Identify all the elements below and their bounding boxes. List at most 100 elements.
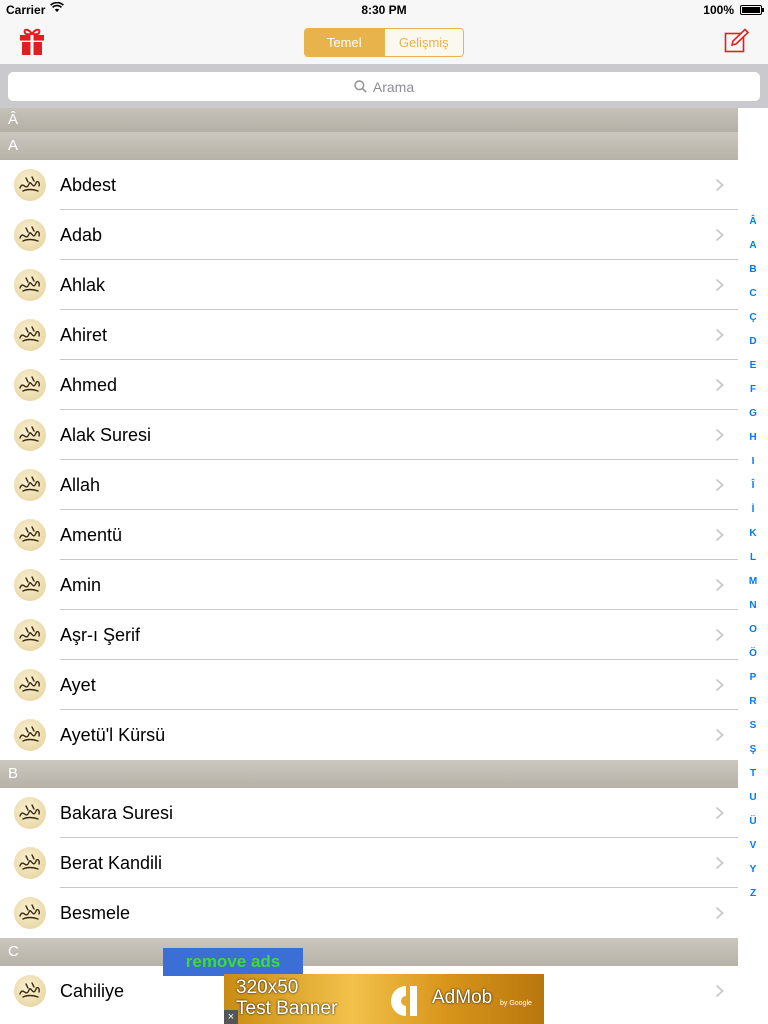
index-letter[interactable]: M <box>738 576 768 587</box>
section-header: A <box>0 132 738 160</box>
calligraphy-icon <box>14 719 46 751</box>
list-item[interactable]: Amentü <box>0 510 738 560</box>
index-letter[interactable]: Ç <box>738 312 768 323</box>
index-letter[interactable]: R <box>738 696 768 707</box>
navigation-bar: Temel Gelişmiş <box>0 20 768 64</box>
index-letter[interactable]: P <box>738 672 768 683</box>
list-item[interactable]: Ahmed <box>0 360 738 410</box>
index-letter[interactable]: B <box>738 264 768 275</box>
calligraphy-glyph <box>19 576 40 592</box>
list-item-label: Berat Kandili <box>60 853 163 873</box>
list-item[interactable]: Ahiret <box>0 310 738 360</box>
ad-banner-text: 320x50 Test Banner <box>236 977 337 1019</box>
ad-banner[interactable]: 320x50 Test Banner AdMob by Google × <box>224 974 544 1024</box>
ad-close-button[interactable]: × <box>224 1010 238 1024</box>
chevron-right-icon <box>715 328 724 347</box>
list-item-label: Abdest <box>60 175 117 195</box>
chevron-right-icon <box>715 528 724 547</box>
section-header: C <box>0 938 738 966</box>
index-letter[interactable]: A <box>738 240 768 251</box>
index-letter[interactable]: T <box>738 768 768 779</box>
index-letter[interactable]: L <box>738 552 768 563</box>
calligraphy-icon <box>14 569 46 601</box>
remove-ads-button[interactable]: remove ads <box>163 948 303 976</box>
list-item-label: Ayet <box>60 675 96 695</box>
list-item-label: Adab <box>60 225 103 245</box>
status-bar: Carrier 8:30 PM 100% <box>0 0 768 20</box>
calligraphy-icon <box>14 897 46 929</box>
index-letter[interactable]: Z <box>738 888 768 899</box>
chevron-right-icon <box>715 628 724 647</box>
index-letter[interactable]: Ş <box>738 744 768 755</box>
list-item-label: Ahlak <box>60 275 106 295</box>
list-item[interactable]: Berat Kandili <box>0 838 738 888</box>
segment-temel[interactable]: Temel <box>305 29 384 56</box>
list-item[interactable]: Adab <box>0 210 738 260</box>
list-item-label: Allah <box>60 475 101 495</box>
calligraphy-icon <box>14 975 46 1007</box>
list-item-label: Ayetü'l Kürsü <box>60 725 166 745</box>
index-letter[interactable]: Ö <box>738 648 768 659</box>
calligraphy-icon <box>14 219 46 251</box>
index-letter[interactable]: Y <box>738 864 768 875</box>
segment-gelismis[interactable]: Gelişmiş <box>383 29 463 56</box>
index-letter[interactable]: F <box>738 384 768 395</box>
list-item[interactable]: Ayet <box>0 660 738 710</box>
list-item-label: Alak Suresi <box>60 425 152 445</box>
status-time: 8:30 PM <box>361 3 407 17</box>
index-letter[interactable]: D <box>738 336 768 347</box>
index-letter[interactable]: O <box>738 624 768 635</box>
list-item-label: Besmele <box>60 903 131 923</box>
index-letter[interactable]: İ <box>738 504 768 515</box>
list-item[interactable]: Ayetü'l Kürsü <box>0 710 738 760</box>
index-letter[interactable]: Ü <box>738 816 768 827</box>
search-placeholder: Arama <box>372 78 415 95</box>
calligraphy-icon <box>14 669 46 701</box>
list-item-label: Cahiliye <box>60 981 125 1001</box>
index-letter[interactable]: I <box>738 456 768 467</box>
segmented-control: Temel Gelişmiş <box>304 28 464 57</box>
list-item[interactable]: Aşr-ı Şerif <box>0 610 738 660</box>
calligraphy-glyph <box>19 904 40 920</box>
chevron-right-icon <box>715 378 724 397</box>
list-item[interactable]: Alak Suresi <box>0 410 738 460</box>
search-input[interactable]: Arama <box>8 72 760 101</box>
admob-logo-icon <box>391 986 417 1016</box>
list-item[interactable]: Besmele <box>0 888 738 938</box>
chevron-right-icon <box>715 578 724 597</box>
calligraphy-glyph <box>19 176 40 192</box>
list-item[interactable]: Bakara Suresi <box>0 788 738 838</box>
calligraphy-glyph <box>19 804 40 820</box>
calligraphy-icon <box>14 469 46 501</box>
index-letter[interactable]: K <box>738 528 768 539</box>
topic-list: Â A Abdest Adab Ahlak Ahiret Ahmed Alak Suresi A… <box>0 108 738 1016</box>
calligraphy-glyph <box>19 854 40 870</box>
index-letter[interactable]: U <box>738 792 768 803</box>
admob-label: AdMob <box>432 987 493 1008</box>
calligraphy-glyph <box>19 676 40 692</box>
index-letter[interactable]: N <box>738 600 768 611</box>
index-letter[interactable]: Â <box>738 216 768 227</box>
index-letter[interactable]: H <box>738 432 768 443</box>
index-letter[interactable]: Î <box>738 480 768 491</box>
section-index: Â A B C Ç D E F G H I Î İ K L M N O Ö P R S Ş T U Ü V Y Z <box>738 108 768 1024</box>
calligraphy-glyph <box>19 982 40 998</box>
section-header: Â <box>0 108 738 132</box>
calligraphy-icon <box>14 169 46 201</box>
list-item[interactable]: Ahlak <box>0 260 738 310</box>
list-item[interactable]: Amin <box>0 560 738 610</box>
list-item[interactable]: Abdest <box>0 160 738 210</box>
index-letter[interactable]: V <box>738 840 768 851</box>
index-letter[interactable]: E <box>738 360 768 371</box>
calligraphy-icon <box>14 619 46 651</box>
index-letter[interactable]: C <box>738 288 768 299</box>
index-letter[interactable]: S <box>738 720 768 731</box>
ad-banner-size: 320x50 <box>236 977 299 998</box>
search-bar: Arama <box>0 64 768 108</box>
compose-icon[interactable] <box>724 28 750 54</box>
index-letter[interactable]: G <box>738 408 768 419</box>
section-header: B <box>0 760 738 788</box>
list-item[interactable]: Allah <box>0 460 738 510</box>
calligraphy-glyph <box>19 276 40 292</box>
gift-icon[interactable] <box>18 26 46 56</box>
